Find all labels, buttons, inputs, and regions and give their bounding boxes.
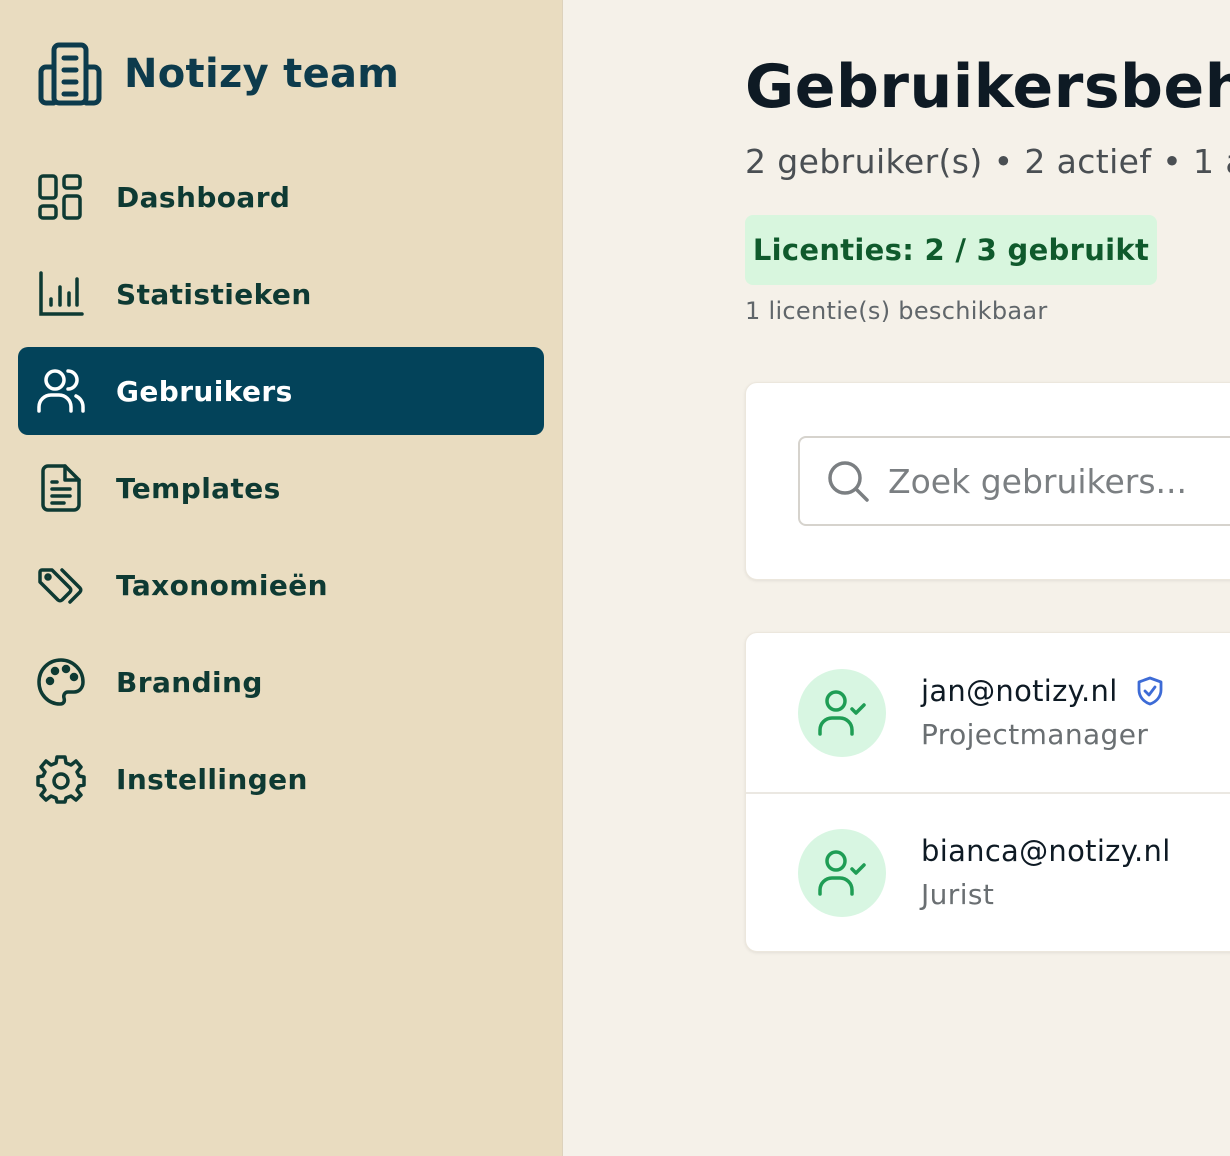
page-title: Gebruikersbeheer xyxy=(745,52,1230,122)
user-email-line: bianca@notizy.nl xyxy=(921,834,1171,868)
user-row[interactable]: jan@notizy.nl Projectmanager xyxy=(746,633,1230,792)
dashboard-icon xyxy=(36,172,86,222)
user-email: bianca@notizy.nl xyxy=(921,834,1171,868)
user-check-icon xyxy=(818,689,866,736)
sidebar-item-label: Statistieken xyxy=(116,277,312,311)
license-badge: Licenties: 2 / 3 gebruikt xyxy=(745,215,1157,285)
users-icon xyxy=(36,366,86,416)
sidebar-item-label: Gebruikers xyxy=(116,374,293,408)
sidebar-item-label: Branding xyxy=(116,665,263,699)
sidebar-item-templates[interactable]: Templates xyxy=(18,444,544,532)
shield-check-icon xyxy=(1137,676,1162,706)
sidebar-item-branding[interactable]: Branding xyxy=(18,638,544,726)
sidebar-item-taxonomieen[interactable]: Taxonomieën xyxy=(18,541,544,629)
user-row[interactable]: bianca@notizy.nl Jurist xyxy=(746,792,1230,951)
sidebar-item-statistieken[interactable]: Statistieken xyxy=(18,250,544,338)
sidebar-item-instellingen[interactable]: Instellingen xyxy=(18,735,544,823)
main-content: Gebruikersbeheer 2 gebruiker(s) • 2 acti… xyxy=(564,0,1230,1156)
sidebar-item-label: Instellingen xyxy=(116,762,308,796)
sidebar-item-gebruikers[interactable]: Gebruikers xyxy=(18,347,544,435)
user-summary: 2 gebruiker(s) • 2 actief • 1 a xyxy=(745,142,1230,181)
avatar xyxy=(798,668,886,757)
sidebar-item-label: Taxonomieën xyxy=(116,568,328,602)
user-email: jan@notizy.nl xyxy=(921,674,1118,708)
building-icon xyxy=(38,42,102,106)
search-box[interactable] xyxy=(798,436,1230,526)
gear-icon xyxy=(36,754,86,804)
sidebar-item-dashboard[interactable]: Dashboard xyxy=(18,153,544,241)
brand-title: Notizy team xyxy=(124,51,400,97)
tags-icon xyxy=(36,560,86,610)
user-info: jan@notizy.nl Projectmanager xyxy=(921,674,1166,751)
sidebar: Notizy team Dashboard Statistieken Gebru… xyxy=(0,0,563,1156)
bar-chart-icon xyxy=(36,269,86,319)
user-role: Jurist xyxy=(921,878,995,911)
user-email-line: jan@notizy.nl xyxy=(921,674,1166,708)
user-info: bianca@notizy.nl Jurist xyxy=(921,834,1171,911)
search-input[interactable] xyxy=(888,461,1230,501)
brand[interactable]: Notizy team xyxy=(38,41,399,107)
license-available: 1 licentie(s) beschikbaar xyxy=(745,297,1048,325)
users-list: jan@notizy.nl Projectmanager bianca@noti… xyxy=(745,632,1230,952)
sidebar-item-label: Templates xyxy=(116,471,281,505)
user-role: Projectmanager xyxy=(921,718,1149,751)
document-icon xyxy=(36,463,86,513)
search-card xyxy=(745,382,1230,580)
avatar xyxy=(798,828,886,917)
sidebar-item-label: Dashboard xyxy=(116,180,291,214)
user-check-icon xyxy=(818,849,866,896)
palette-icon xyxy=(36,657,86,707)
search-icon xyxy=(828,461,869,502)
